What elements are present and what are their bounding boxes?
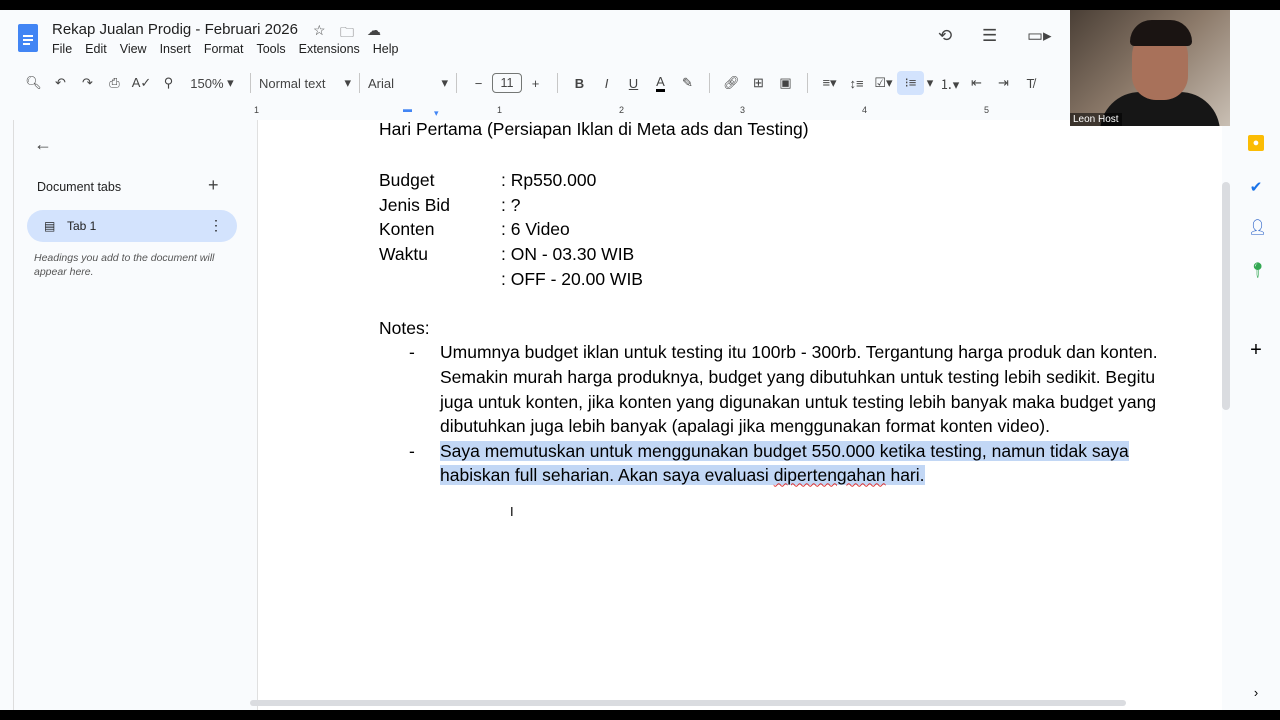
increase-font-size-button[interactable]: + (522, 71, 549, 95)
text-color-button[interactable]: A (647, 71, 674, 95)
divider (557, 73, 558, 93)
underline-button[interactable]: U (620, 71, 647, 95)
align-icon[interactable]: ≡▾ (816, 71, 843, 95)
list-item: - Saya memutuskan untuk menggunakan budg… (379, 439, 1179, 488)
italic-button[interactable]: I (593, 71, 620, 95)
tab-item-1[interactable]: ▤ Tab 1 ⋮ (27, 210, 237, 242)
participant-name: Leon Host (1070, 113, 1122, 126)
menu-insert[interactable]: Insert (160, 42, 191, 56)
menu-view[interactable]: View (120, 42, 147, 56)
clear-formatting-icon[interactable]: T̸ (1017, 71, 1044, 95)
document-icon: ▤ (44, 219, 56, 233)
keep-icon[interactable]: ● (1248, 135, 1264, 151)
cloud-saved-icon[interactable]: ☁ (367, 22, 381, 39)
highlight-icon[interactable]: ✎ (674, 71, 701, 95)
tasks-icon[interactable]: ✔ (1248, 180, 1264, 196)
document-tabs-title: Document tabs (37, 180, 122, 194)
side-panel: ● ✔ 👤︎ 📍︎ + › (1240, 120, 1280, 710)
checklist-icon[interactable]: ☑▾ (870, 71, 897, 95)
menu-format[interactable]: Format (204, 42, 244, 56)
field-row: : OFF - 20.00 WIB (501, 268, 643, 289)
undo-icon[interactable]: ↶ (47, 71, 74, 95)
divider (359, 73, 360, 93)
misspelled-word[interactable]: dipertengahan (773, 465, 886, 486)
divider (807, 73, 808, 93)
add-tab-button[interactable]: + (208, 175, 219, 196)
notes-label: Notes: (379, 317, 430, 338)
horizontal-scrollbar[interactable] (250, 700, 1126, 706)
decrease-font-size-button[interactable]: − (465, 71, 492, 95)
divider (456, 73, 457, 93)
document-outline-sidebar: ← Document tabs + ▤ Tab 1 ⋮ Headings you… (14, 120, 257, 710)
divider (250, 73, 251, 93)
vertical-scrollbar[interactable] (1222, 182, 1230, 410)
field-row: Konten: 6 Video (379, 219, 570, 240)
bulleted-list-dropdown[interactable]: ▾ (924, 71, 936, 95)
document-title[interactable]: Rekap Jualan Prodig - Februari 2026 (52, 21, 298, 38)
spellcheck-icon[interactable]: A✓ (128, 71, 155, 95)
menu-bar: File Edit View Insert Format Tools Exten… (52, 42, 412, 56)
heading: Hari Pertama (Persiapan Iklan di Meta ad… (379, 119, 809, 139)
docs-logo-icon[interactable] (18, 24, 38, 52)
meet-icon[interactable]: ▭▸ (1027, 26, 1052, 46)
paint-format-icon[interactable]: ⚲ (155, 71, 182, 95)
add-addon-icon[interactable]: + (1248, 340, 1264, 360)
field-row: Jenis Bid: ? (379, 194, 521, 215)
contacts-icon[interactable]: 👤︎ (1248, 220, 1267, 236)
video-overlay: Leon Host (1070, 10, 1230, 126)
google-docs-window: Rekap Jualan Prodig - Februari 2026 ☆ 🗀 … (0, 10, 1280, 710)
expand-panel-icon[interactable]: › (1248, 685, 1264, 701)
outline-hint: Headings you add to the document will ap… (34, 252, 215, 278)
more-options-icon[interactable]: ⋮ (209, 217, 223, 234)
font-select[interactable]: Arial ▾ (368, 71, 448, 95)
indent-marker[interactable]: ▾ (434, 108, 439, 119)
menu-tools[interactable]: Tools (256, 42, 285, 56)
version-history-icon[interactable]: ⟲ (938, 26, 952, 46)
numbered-list-icon[interactable]: ⒈▾ (936, 71, 963, 95)
notes-list: - Umumnya budget iklan untuk testing itu… (379, 340, 1179, 488)
menu-file[interactable]: File (52, 42, 72, 56)
add-comment-icon[interactable]: ⊞ (745, 71, 772, 95)
back-arrow-icon[interactable]: ← (34, 134, 52, 155)
search-menus-icon[interactable]: 🔍︎ (20, 71, 47, 95)
comments-icon[interactable]: ☰ (982, 26, 997, 46)
list-item: - Umumnya budget iklan untuk testing itu… (409, 342, 1158, 437)
bold-button[interactable]: B (566, 71, 593, 95)
document-body[interactable]: Hari Pertama (Persiapan Iklan di Meta ad… (379, 119, 1179, 488)
style-select[interactable]: Normal text ▾ (259, 71, 351, 95)
toolbar: 🔍︎ ↶ ↷ ⎙ A✓ ⚲ 150% ▾ Normal text ▾ Arial ▾… (20, 71, 1070, 95)
decrease-indent-icon[interactable]: ⇤ (963, 71, 990, 95)
redo-icon[interactable]: ↷ (74, 71, 101, 95)
insert-link-icon[interactable]: 🔗︎ (718, 71, 745, 95)
increase-indent-icon[interactable]: ⇥ (990, 71, 1017, 95)
menu-edit[interactable]: Edit (85, 42, 107, 56)
maps-icon[interactable]: 📍︎ (1248, 263, 1267, 279)
menu-extensions[interactable]: Extensions (299, 42, 360, 56)
zoom-select[interactable]: 150% ▾ (182, 71, 242, 95)
field-row: Budget: Rp550.000 (379, 170, 597, 191)
print-icon[interactable]: ⎙ (101, 71, 128, 95)
selected-text: Saya memutuskan untuk menggunakan budget… (440, 440, 1129, 486)
document-page[interactable]: Hari Pertama (Persiapan Iklan di Meta ad… (257, 119, 1222, 710)
line-spacing-icon[interactable]: ↕≡ (843, 71, 870, 95)
star-icon[interactable]: ☆ (313, 22, 326, 39)
vertical-ruler (0, 120, 14, 710)
field-row: Waktu: ON - 03.30 WIB (379, 243, 635, 264)
font-size-input[interactable]: 11 (492, 73, 522, 93)
divider (709, 73, 710, 93)
insert-image-icon[interactable]: ▣ (772, 71, 799, 95)
indent-marker[interactable]: ▬ (403, 104, 412, 114)
text-cursor-icon: I (510, 504, 514, 519)
menu-help[interactable]: Help (373, 42, 399, 56)
bulleted-list-icon[interactable]: ⁝≡ (897, 71, 924, 95)
